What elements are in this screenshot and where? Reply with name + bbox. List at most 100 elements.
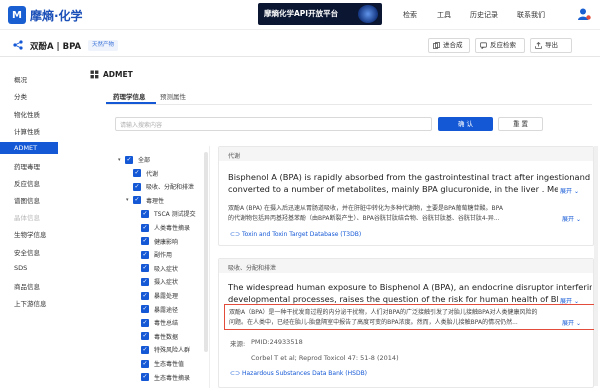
feedback-button[interactable]: 反应检索 — [475, 38, 525, 53]
expand-label: 展开 — [562, 216, 575, 223]
tree-node[interactable]: ✓ 人类毒性摘录 — [134, 223, 190, 232]
logo-text[interactable]: 摩熵·化学 — [30, 7, 83, 24]
checkbox[interactable]: ✓ — [141, 291, 149, 300]
tree-node[interactable]: ✓ 毒性总结 — [134, 318, 178, 327]
sidebar-item-classification[interactable]: 分类 — [14, 91, 27, 101]
metabolism-en-expand[interactable]: 展开 ⌄ — [560, 186, 579, 195]
tree-node[interactable]: ✓ 毒性数据 — [134, 332, 178, 341]
sidebar-item-admet-label: ADMET — [14, 144, 38, 152]
tree-node[interactable]: ✓ 健康影响 — [134, 237, 178, 246]
logo-icon[interactable]: M — [8, 6, 26, 24]
absorption-zh-expand[interactable]: 展开 ⌄ — [562, 318, 581, 327]
nav-search[interactable]: 检索 — [403, 10, 417, 20]
chevron-down-icon: ⌄ — [573, 188, 579, 195]
active-tab-indicator — [106, 102, 156, 104]
metabolism-source-link[interactable]: ⊂⊃ Toxin and Toxin Target Database (T3DB… — [230, 231, 361, 238]
nav-tools[interactable]: 工具 — [437, 10, 451, 20]
tree-node[interactable]: ✓ 生态毒性摘录 — [134, 373, 190, 382]
link-icon: ⊂⊃ — [230, 231, 241, 238]
checkbox[interactable]: ✓ — [141, 237, 149, 246]
sidebar-item-reactions[interactable]: 反应信息 — [14, 178, 40, 188]
pmid[interactable]: PMID:24933518 — [251, 338, 303, 346]
tree-node[interactable]: ✓ 吸收、分配和排泄 — [126, 182, 194, 191]
sidebar-item-commerce[interactable]: 商品信息 — [14, 281, 40, 291]
sidebar-item-overview[interactable]: 概况 — [14, 74, 27, 84]
checkbox[interactable]: ✓ — [133, 169, 141, 178]
sidebar-item-physchem[interactable]: 物化性质 — [14, 109, 40, 119]
nav-history[interactable]: 历史记录 — [470, 10, 498, 20]
checkbox[interactable]: ✓ — [125, 155, 133, 164]
sidebar-item-spectra[interactable]: 谱图信息 — [14, 195, 40, 205]
message-icon — [480, 42, 487, 49]
main-scrollbar[interactable] — [594, 146, 598, 386]
checkbox[interactable]: ✓ — [141, 223, 149, 232]
compare-button[interactable]: 进合成 — [428, 38, 470, 53]
citation: Corbel T et al; Reprod Toxicol 47: 51-8 … — [251, 354, 399, 362]
user-avatar-icon[interactable] — [577, 7, 591, 21]
tree-node[interactable]: ✓ 摄入症状 — [134, 277, 178, 286]
sidebar-item-upstream[interactable]: 上下游信息 — [14, 298, 47, 308]
tree-node-label: 暴露途径 — [154, 306, 179, 314]
tree-node-label: 暴露处理 — [154, 293, 179, 300]
api-banner[interactable]: 摩熵化学API开放平台 — [258, 3, 382, 25]
checkbox[interactable]: ✓ — [141, 209, 149, 218]
checkbox[interactable]: ✓ — [133, 196, 141, 205]
sidebar-item-pharmacology[interactable]: 药理毒理 — [14, 161, 40, 171]
tab-pharmacology-info[interactable]: 药理学信息 — [113, 91, 146, 101]
search-input[interactable] — [115, 117, 432, 131]
tree-node-label: 吸入症状 — [154, 265, 179, 273]
tree-node-label: 生态毒性摘录 — [154, 374, 191, 382]
sidebar-item-computed[interactable]: 计算性质 — [14, 126, 40, 136]
tree-node-label: 毒性数据 — [154, 333, 179, 341]
tree-node-label: 副作用 — [154, 252, 173, 260]
tree-node[interactable]: ▾ ✓ 毒理性 — [126, 196, 164, 205]
metabolism-zh-expand[interactable]: 展开 ⌄ — [562, 214, 581, 223]
checkbox[interactable]: ✓ — [133, 182, 141, 191]
metabolism-en-line1: Bisphenol A (BPA) is rapidly absorbed fr… — [228, 172, 592, 182]
checkbox[interactable]: ✓ — [141, 250, 149, 259]
tree-node-label: 全部 — [138, 157, 151, 164]
checkbox[interactable]: ✓ — [141, 305, 149, 314]
tree-node-label: 毒性总结 — [154, 320, 179, 328]
metabolism-source-text: Toxin and Toxin Target Database (T3DB) — [241, 231, 362, 238]
tree-node[interactable]: ✓ 代谢 — [126, 169, 158, 178]
checkbox[interactable]: ✓ — [141, 359, 149, 368]
sidebar-item-sds[interactable]: SDS — [14, 264, 27, 272]
checkbox[interactable]: ✓ — [141, 277, 149, 286]
tree-node[interactable]: ▾ ✓ 全部 — [118, 155, 150, 164]
tree-node[interactable]: ✓ 特殊风险人群 — [134, 345, 190, 354]
absorption-en-line1: The widespread human exposure to Bisphen… — [228, 282, 592, 292]
nav-contact[interactable]: 联系我们 — [517, 10, 545, 20]
tree-node-label: 人类毒性摘录 — [154, 225, 191, 232]
checkbox[interactable]: ✓ — [141, 332, 149, 341]
caret-down-icon[interactable]: ▾ — [126, 197, 132, 203]
copy-icon — [433, 42, 440, 49]
tree-node[interactable]: ✓ 生态毒性值 — [134, 359, 184, 368]
tree-node-label: TSCA 测试提交 — [154, 211, 196, 219]
sidebar-item-safety[interactable]: 安全信息 — [14, 247, 40, 257]
absorption-heading: 吸收、分配和排泄 — [228, 265, 277, 272]
search-placeholder: 请输入搜索内容 — [120, 122, 163, 129]
tree-node[interactable]: ✓ 暴露处理 — [134, 291, 178, 300]
tree-node[interactable]: ✓ TSCA 测试提交 — [134, 209, 196, 218]
checkbox[interactable]: ✓ — [141, 318, 149, 327]
absorption-source-link[interactable]: ⊂⊃ Hazardous Substances Data Bank (HSDB) — [230, 370, 367, 377]
tree-node[interactable]: ✓ 副作用 — [134, 250, 172, 259]
tree-node[interactable]: ✓ 吸入症状 — [134, 264, 178, 273]
checkbox[interactable]: ✓ — [141, 264, 149, 273]
tree-node[interactable]: ✓ 暴露途径 — [134, 305, 178, 314]
tree-scrollbar[interactable] — [204, 152, 208, 352]
sidebar-item-biology[interactable]: 生物学信息 — [14, 229, 47, 239]
caret-down-icon[interactable]: ▾ — [118, 157, 124, 163]
confirm-button[interactable]: 确 认 — [438, 117, 493, 131]
reset-button[interactable]: 重 置 — [498, 117, 543, 131]
tab-predicted-properties[interactable]: 预测属性 — [160, 91, 186, 101]
absorption-zh-line2: 问题。在人类中，已经在胎儿-胎盘隔室中报告了高度可变的BPA浓度。然而，人类胎儿… — [229, 319, 518, 326]
compare-button-label: 进合成 — [443, 41, 463, 49]
tab-divider — [106, 104, 592, 105]
section-title: ADMET — [103, 70, 133, 79]
checkbox[interactable]: ✓ — [141, 373, 149, 382]
export-icon — [535, 42, 542, 49]
checkbox[interactable]: ✓ — [141, 345, 149, 354]
export-button[interactable]: 导出 — [530, 38, 572, 53]
